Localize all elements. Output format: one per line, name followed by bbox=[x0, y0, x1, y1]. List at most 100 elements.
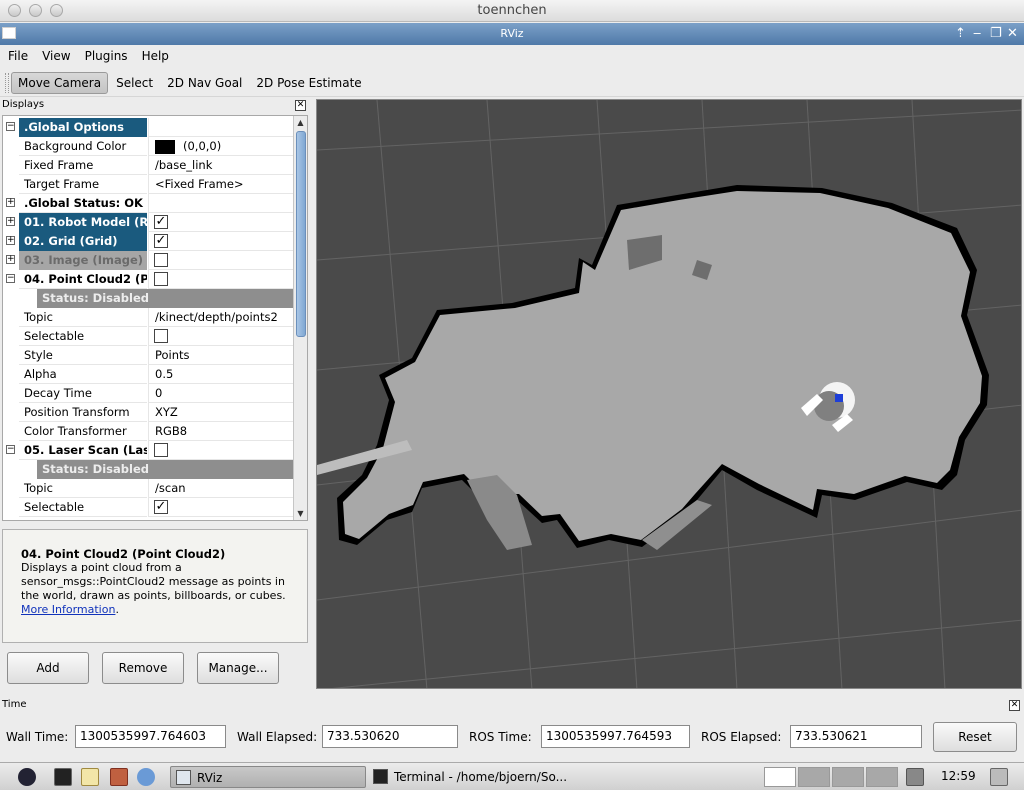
wall-elapsed-field[interactable]: 733.530620 bbox=[322, 725, 458, 748]
expand-icon[interactable]: + bbox=[6, 217, 15, 226]
row-value[interactable]: <Fixed Frame> bbox=[148, 175, 293, 194]
menu-plugins[interactable]: Plugins bbox=[77, 49, 134, 63]
ros-time-field[interactable]: 1300535997.764593 bbox=[541, 725, 690, 748]
scroll-down-icon[interactable]: ▼ bbox=[294, 507, 307, 520]
more-information-link[interactable]: More Information bbox=[21, 603, 115, 616]
row-value[interactable] bbox=[148, 327, 293, 346]
menu-help[interactable]: Help bbox=[134, 49, 175, 63]
property-row[interactable]: Decay Time 0 bbox=[3, 384, 293, 403]
row-value[interactable]: ✓ bbox=[148, 232, 293, 251]
row-value[interactable] bbox=[148, 194, 293, 213]
close-icon[interactable]: ✕ bbox=[1007, 23, 1018, 45]
row-value[interactable]: (0,0,0) bbox=[148, 137, 293, 156]
property-row[interactable]: Topic/kinect/depth/points2 bbox=[3, 308, 293, 327]
editor-icon[interactable] bbox=[81, 768, 99, 786]
checkbox-icon[interactable] bbox=[154, 272, 168, 286]
menu-view[interactable]: View bbox=[34, 49, 76, 63]
menu-file[interactable]: File bbox=[0, 49, 34, 63]
display-row[interactable]: −05. Laser Scan (Las bbox=[3, 441, 293, 460]
row-value[interactable]: 0 bbox=[148, 384, 293, 403]
row-value[interactable]: 0.5 bbox=[148, 365, 293, 384]
property-row[interactable]: Position Transform XYZ bbox=[3, 403, 293, 422]
property-row[interactable]: Alpha 0.5 bbox=[3, 365, 293, 384]
network-icon[interactable] bbox=[906, 768, 924, 786]
2d-nav-goal-tool[interactable]: 2D Nav Goal bbox=[161, 73, 248, 93]
row-value[interactable]: ✓ bbox=[148, 213, 293, 232]
manage-button[interactable]: Manage... bbox=[197, 652, 279, 684]
globe-icon[interactable] bbox=[137, 768, 155, 786]
toolbar-grip[interactable] bbox=[5, 72, 9, 93]
move-camera-tool[interactable]: Move Camera bbox=[11, 71, 109, 94]
display-row[interactable]: − .Global Options bbox=[3, 118, 293, 137]
remove-button[interactable]: Remove bbox=[102, 652, 184, 684]
scroll-thumb[interactable] bbox=[296, 131, 306, 337]
task-rviz[interactable]: RViz bbox=[170, 766, 366, 788]
checkbox-icon[interactable]: ✓ bbox=[154, 234, 168, 248]
2d-pose-estimate-tool[interactable]: 2D Pose Estimate bbox=[250, 73, 367, 93]
row-value[interactable]: RGB8 bbox=[148, 422, 293, 441]
property-row[interactable]: Background Color (0,0,0) bbox=[3, 137, 293, 156]
property-row[interactable]: Selectable ✓ bbox=[3, 498, 293, 517]
ros-elapsed-field[interactable]: 733.530621 bbox=[790, 725, 922, 748]
zoom-window-icon[interactable] bbox=[50, 4, 63, 17]
row-value[interactable]: Points bbox=[148, 346, 293, 365]
row-value[interactable] bbox=[148, 118, 293, 137]
display-row[interactable]: +02. Grid (Grid) ✓ bbox=[3, 232, 293, 251]
checkbox-icon[interactable]: ✓ bbox=[154, 500, 168, 514]
display-row[interactable]: Status: Disabled bbox=[3, 289, 293, 308]
task-terminal[interactable]: Terminal - /home/bjoern/So... bbox=[368, 766, 588, 788]
display-row[interactable]: +03. Image (Image) bbox=[3, 251, 293, 270]
minimize-window-icon[interactable] bbox=[29, 4, 42, 17]
property-row[interactable]: Fixed Frame/base_link bbox=[3, 156, 293, 175]
workspace-2[interactable] bbox=[798, 767, 830, 787]
close-window-icon[interactable] bbox=[8, 4, 21, 17]
row-value[interactable]: ✓ bbox=[148, 498, 293, 517]
property-row[interactable]: Selectable bbox=[3, 327, 293, 346]
display-row[interactable]: Status: Disabled bbox=[3, 460, 293, 479]
workspace-1[interactable] bbox=[764, 767, 796, 787]
row-value[interactable]: /base_link bbox=[148, 156, 293, 175]
checkbox-icon[interactable] bbox=[154, 443, 168, 457]
shade-icon[interactable]: ⇡ bbox=[955, 23, 966, 45]
expand-icon[interactable]: + bbox=[6, 255, 15, 264]
speaker-icon[interactable] bbox=[990, 768, 1008, 786]
row-value[interactable] bbox=[148, 270, 293, 289]
close-icon[interactable]: ✕ bbox=[1009, 700, 1020, 711]
maximize-icon[interactable]: ❐ bbox=[990, 23, 1002, 45]
checkbox-icon[interactable] bbox=[154, 329, 168, 343]
file-manager-icon[interactable] bbox=[110, 768, 128, 786]
row-value[interactable]: XYZ bbox=[148, 403, 293, 422]
close-icon[interactable]: ✕ bbox=[295, 100, 306, 111]
collapse-icon[interactable]: − bbox=[6, 274, 15, 283]
app-menu-icon[interactable] bbox=[18, 768, 36, 786]
scroll-up-icon[interactable]: ▲ bbox=[294, 116, 307, 129]
reset-button[interactable]: Reset bbox=[933, 722, 1017, 752]
display-row[interactable]: + .Global Status: OK bbox=[3, 194, 293, 213]
property-row[interactable]: Target Frame <Fixed Frame> bbox=[3, 175, 293, 194]
row-value[interactable] bbox=[148, 251, 293, 270]
wall-time-field[interactable]: 1300535997.764603 bbox=[75, 725, 226, 748]
window-menu-icon[interactable] bbox=[2, 27, 16, 39]
add-button[interactable]: Add bbox=[7, 652, 89, 684]
row-value[interactable] bbox=[148, 441, 293, 460]
display-row[interactable]: −04. Point Cloud2 (P bbox=[3, 270, 293, 289]
select-tool[interactable]: Select bbox=[110, 73, 159, 93]
collapse-icon[interactable]: − bbox=[6, 445, 15, 454]
property-row[interactable]: Color Transformer RGB8 bbox=[3, 422, 293, 441]
row-value[interactable]: /scan bbox=[148, 479, 293, 498]
row-value[interactable]: /kinect/depth/points2 bbox=[148, 308, 293, 327]
displays-scrollbar[interactable]: ▲ ▼ bbox=[293, 116, 307, 520]
panel-splitter[interactable] bbox=[310, 99, 314, 689]
property-row[interactable]: Topic/scan bbox=[3, 479, 293, 498]
workspace-4[interactable] bbox=[866, 767, 898, 787]
collapse-icon[interactable]: − bbox=[6, 122, 15, 131]
expand-icon[interactable]: + bbox=[6, 198, 15, 207]
workspace-3[interactable] bbox=[832, 767, 864, 787]
checkbox-icon[interactable] bbox=[154, 253, 168, 267]
color-swatch[interactable] bbox=[155, 139, 175, 154]
minimize-icon[interactable]: ‒ bbox=[973, 23, 981, 45]
display-row[interactable]: +01. Robot Model (R ✓ bbox=[3, 213, 293, 232]
checkbox-icon[interactable]: ✓ bbox=[154, 215, 168, 229]
clock[interactable]: 12:59 bbox=[941, 769, 976, 783]
3d-viewport[interactable] bbox=[316, 99, 1022, 689]
